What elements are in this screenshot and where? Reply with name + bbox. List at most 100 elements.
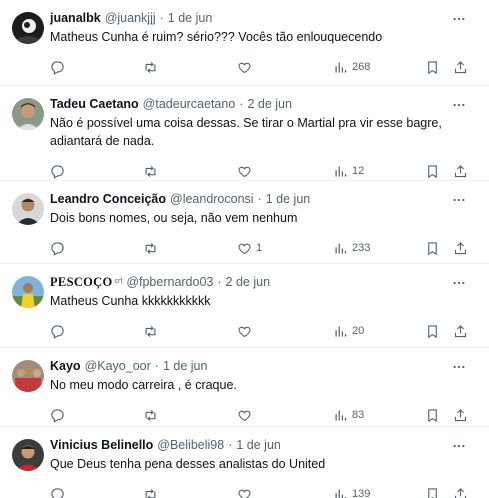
bookmark-button[interactable] xyxy=(425,60,440,75)
tweet[interactable]: Tadeu Caetano @tadeurcaetano · 2 de jun … xyxy=(0,86,489,181)
bookmark-icon xyxy=(428,60,437,74)
tweet-date[interactable]: 1 de jun xyxy=(266,191,310,207)
reply-timeline: juanalbk @juankjjj · 1 de jun Matheus Cu… xyxy=(0,0,489,498)
author-name[interactable]: Vinicius Belinello xyxy=(50,437,153,453)
share-button[interactable] xyxy=(453,60,468,75)
avatar[interactable] xyxy=(12,276,44,308)
author-handle[interactable]: @juankjjj xyxy=(105,10,156,26)
views-button[interactable]: 83 xyxy=(333,408,364,423)
retweet-button[interactable] xyxy=(143,241,162,256)
bookmark-icon xyxy=(428,324,437,338)
views-button[interactable]: 139 xyxy=(333,487,370,498)
reply-button[interactable] xyxy=(50,60,69,75)
views-count: 83 xyxy=(352,409,365,421)
author-name[interactable]: juanalbk xyxy=(50,10,101,26)
views-button[interactable]: 233 xyxy=(333,241,370,256)
author-handle[interactable]: @fpbernardo03 xyxy=(126,274,213,290)
reply-button[interactable] xyxy=(50,324,69,339)
tweet-header: Leandro Conceição @leandroconsi · 1 de j… xyxy=(50,191,449,207)
share-icon xyxy=(454,164,467,177)
tweet[interactable]: Kayo @Kayo_oor · 1 de jun No meu modo ca… xyxy=(0,348,489,427)
bookmark-button[interactable] xyxy=(425,487,440,498)
share-icon xyxy=(454,241,467,254)
tweet-text: No meu modo carreira , é craque. xyxy=(50,378,237,392)
like-button[interactable]: 1 xyxy=(237,241,262,256)
bookmark-button[interactable] xyxy=(425,324,440,339)
views-button[interactable]: 20 xyxy=(333,324,364,339)
tweet-actions: 20 xyxy=(50,314,467,348)
author-handle[interactable]: @tadeurcaetano xyxy=(143,96,236,112)
more-options-icon[interactable] xyxy=(451,97,467,113)
like-button[interactable] xyxy=(237,324,256,339)
retweet-button[interactable] xyxy=(143,60,162,75)
bookmark-button[interactable] xyxy=(425,164,440,179)
like-button[interactable] xyxy=(237,487,256,498)
more-options-icon[interactable] xyxy=(451,438,467,454)
tweet-actions: 139 xyxy=(50,477,467,498)
bookmark-button[interactable] xyxy=(425,408,440,423)
author-name[interactable]: Tadeu Caetano xyxy=(50,96,139,112)
share-button[interactable] xyxy=(453,408,468,423)
views-chart-icon xyxy=(335,410,347,420)
share-button[interactable] xyxy=(453,324,468,339)
tweet-text: Que Deus tenha pena desses analistas do … xyxy=(50,457,326,471)
retweet-button[interactable] xyxy=(143,324,162,339)
author-name[interactable]: Leandro Conceição xyxy=(50,191,166,207)
tweet-date[interactable]: 2 de jun xyxy=(226,274,270,290)
tweet-date[interactable]: 1 de jun xyxy=(236,437,280,453)
tweet-date[interactable]: 1 de jun xyxy=(163,358,207,374)
tweet[interactable]: Vinicius Belinello @Belibeli98 · 1 de ju… xyxy=(0,427,489,498)
like-button[interactable] xyxy=(237,164,256,179)
like-button[interactable] xyxy=(237,408,256,423)
bookmark-button[interactable] xyxy=(425,241,440,256)
avatar[interactable] xyxy=(12,360,44,392)
reply-button[interactable] xyxy=(50,241,69,256)
retweet-icon xyxy=(145,165,156,177)
share-button[interactable] xyxy=(453,487,468,498)
separator: · xyxy=(159,11,164,25)
tweet-text: Matheus Cunha kkkkkkkkkkk xyxy=(50,294,211,308)
views-chart-icon xyxy=(335,62,347,72)
reply-button[interactable] xyxy=(50,408,69,423)
like-button[interactable] xyxy=(237,60,256,75)
views-button[interactable]: 268 xyxy=(333,60,370,75)
more-options-icon[interactable] xyxy=(451,11,467,27)
tweet-text: Não é possível uma coisa dessas. Se tira… xyxy=(50,116,442,148)
author-name[interactable]: Kayo xyxy=(50,358,81,374)
reply-icon xyxy=(51,487,64,498)
bookmark-icon xyxy=(428,241,437,255)
author-name[interactable]: PESCOÇO xyxy=(50,274,113,290)
more-options-icon[interactable] xyxy=(451,359,467,375)
avatar[interactable] xyxy=(12,12,44,44)
reply-button[interactable] xyxy=(50,164,69,179)
avatar[interactable] xyxy=(12,193,44,225)
reply-button[interactable] xyxy=(50,487,69,498)
tweet-date[interactable]: 1 de jun xyxy=(168,10,212,26)
avatar[interactable] xyxy=(12,98,44,130)
tweet[interactable]: PESCOÇO crf @fpbernardo03 · 2 de jun Mat… xyxy=(0,264,489,348)
retweet-button[interactable] xyxy=(143,164,162,179)
tweet-text: Dois bons nomes, ou seja, não vem nenhum xyxy=(50,211,298,225)
author-handle[interactable]: @Kayo_oor xyxy=(85,358,151,374)
views-button[interactable]: 12 xyxy=(333,164,364,179)
tweet-header: Kayo @Kayo_oor · 1 de jun xyxy=(50,358,449,374)
author-handle[interactable]: @Belibeli98 xyxy=(157,437,224,453)
retweet-button[interactable] xyxy=(143,487,162,498)
more-options-icon[interactable] xyxy=(451,192,467,208)
tweet-date[interactable]: 2 de jun xyxy=(247,96,291,112)
tweet[interactable]: juanalbk @juankjjj · 1 de jun Matheus Cu… xyxy=(0,0,489,86)
heart-icon xyxy=(238,243,251,254)
heart-icon xyxy=(238,326,251,337)
share-button[interactable] xyxy=(453,164,468,179)
heart-icon xyxy=(238,489,251,498)
separator: · xyxy=(154,359,159,373)
share-button[interactable] xyxy=(453,241,468,256)
author-handle[interactable]: @leandroconsi xyxy=(170,191,254,207)
more-options-icon[interactable] xyxy=(451,275,467,291)
reply-icon xyxy=(51,241,64,256)
bookmark-icon xyxy=(428,487,437,498)
tweet[interactable]: Leandro Conceição @leandroconsi · 1 de j… xyxy=(0,181,489,264)
retweet-button[interactable] xyxy=(143,408,162,423)
bookmark-icon xyxy=(428,408,437,422)
avatar[interactable] xyxy=(12,439,44,471)
